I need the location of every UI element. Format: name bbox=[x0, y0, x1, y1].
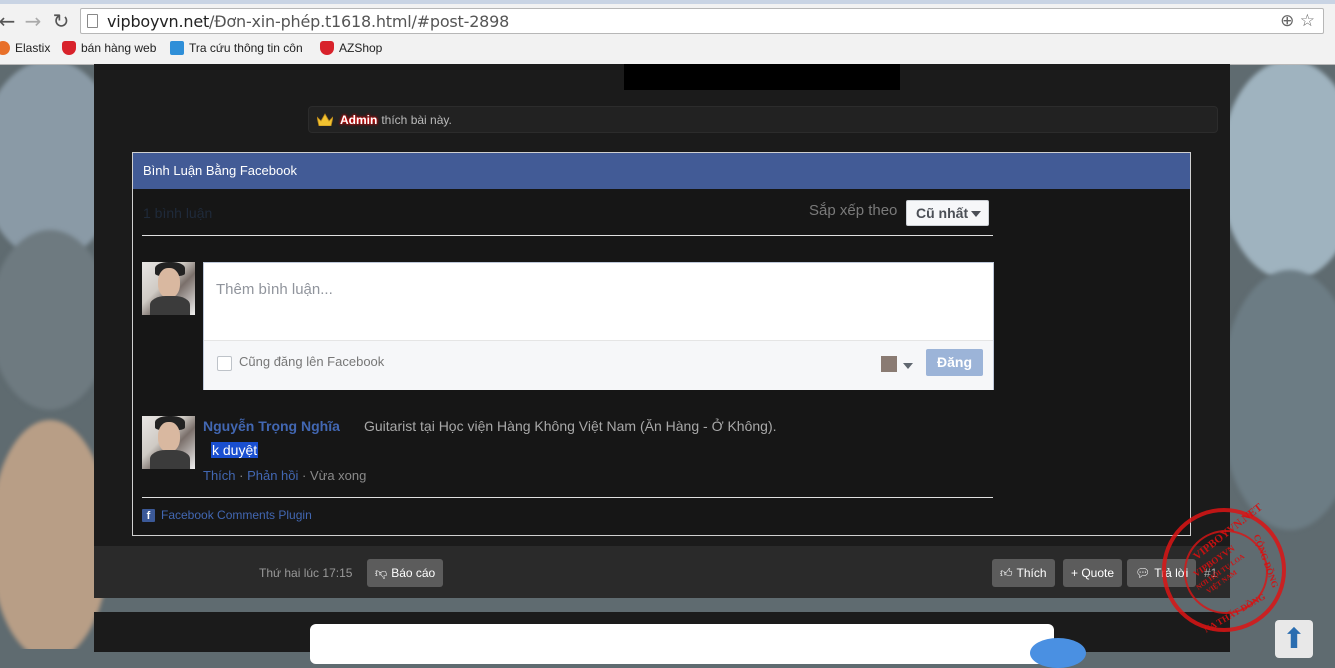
elastix-icon bbox=[0, 41, 10, 55]
next-post-content bbox=[310, 624, 1054, 664]
tab-strip bbox=[0, 0, 1335, 4]
thumbs-up-icon: 👍︎ bbox=[1000, 566, 1013, 580]
bookmark-label: Elastix bbox=[15, 41, 51, 55]
also-post-label: Cũng đăng lên Facebook bbox=[239, 354, 385, 369]
facebook-icon: f bbox=[142, 508, 155, 522]
comment-composer: Thêm bình luận... Cũng đăng lên Facebook… bbox=[203, 262, 994, 390]
shield-icon bbox=[62, 41, 76, 55]
bg-blob bbox=[1220, 270, 1335, 530]
url-domain: vipboyvn.net bbox=[107, 12, 210, 31]
omnibox-icons: ⊕ ☆ bbox=[1280, 11, 1315, 31]
speech-bubble-icon: 💬︎ bbox=[1135, 566, 1151, 580]
fb-header-title: Bình Luận Bằng Facebook bbox=[143, 163, 297, 178]
report-label: Báo cáo bbox=[391, 566, 436, 580]
post-date: Thứ hai lúc 17:15 bbox=[259, 566, 353, 580]
avatar[interactable] bbox=[142, 262, 195, 315]
comment-count: 1 bình luận bbox=[143, 205, 213, 221]
avatar[interactable] bbox=[142, 416, 195, 469]
sort-value: Cũ nhất bbox=[916, 205, 969, 221]
post-button[interactable]: Đăng bbox=[926, 349, 983, 376]
quote-label: + Quote bbox=[1071, 566, 1115, 580]
shield-icon bbox=[320, 41, 334, 55]
quote-button[interactable]: + Quote bbox=[1063, 559, 1123, 587]
like-label: Thích bbox=[1016, 566, 1047, 580]
separator: · bbox=[298, 468, 310, 483]
sort-label: Sắp xếp theo bbox=[809, 202, 898, 219]
chevron-down-icon bbox=[971, 211, 981, 217]
thumbs-down-icon: 👎︎ bbox=[375, 566, 388, 580]
crown-icon bbox=[317, 113, 333, 126]
report-button[interactable]: 👎︎ Báo cáo bbox=[367, 559, 444, 587]
zoom-icon[interactable]: ⊕ bbox=[1280, 11, 1294, 31]
scroll-to-top-button[interactable]: ⬆ bbox=[1275, 620, 1313, 658]
also-post-checkbox[interactable] bbox=[217, 356, 232, 371]
star-icon[interactable]: ☆ bbox=[1300, 11, 1315, 31]
grid-icon bbox=[170, 41, 184, 55]
bookmarks-bar: Elastix bán hàng web Tra cứu thông tin c… bbox=[0, 38, 1335, 60]
comment-time: Vừa xong bbox=[309, 468, 367, 483]
facebook-comments-box: Bình Luận Bằng Facebook 1 bình luận Sắp … bbox=[132, 152, 1191, 536]
composer-footer: Cũng đăng lên Facebook Đăng bbox=[204, 340, 993, 390]
fb-plugin-link[interactable]: f Facebook Comments Plugin bbox=[142, 508, 312, 522]
comment-input[interactable]: Thêm bình luận... bbox=[216, 281, 333, 298]
bg-blob bbox=[1220, 60, 1335, 280]
divider bbox=[142, 235, 993, 236]
bookmark-label: bán hàng web bbox=[81, 41, 157, 55]
stamp-watermark: VIPBOYVN.NET CỘNG ĐỒNG NA THẤT ĐỒNG VIPB… bbox=[1162, 501, 1286, 635]
url-path: /Đơn-xin-phép.t1618.html/#post-2898 bbox=[209, 12, 510, 31]
post-image bbox=[624, 64, 900, 90]
forward-arrow-icon[interactable]: → bbox=[22, 10, 44, 32]
reload-icon[interactable]: ↻ bbox=[50, 10, 72, 32]
comment-actions: Thích · Phản hồi · Vừa xong bbox=[203, 468, 366, 483]
next-post bbox=[94, 612, 1230, 668]
bookmark-label: AZShop bbox=[339, 41, 383, 55]
fb-header: Bình Luận Bằng Facebook bbox=[133, 153, 1190, 189]
liker-name[interactable]: Admin bbox=[340, 113, 377, 127]
back-arrow-icon[interactable]: ← bbox=[0, 10, 18, 32]
address-bar[interactable]: vipboyvn.net/Đơn-xin-phép.t1618.html/#po… bbox=[80, 8, 1324, 34]
bookmark-elastix[interactable]: Elastix bbox=[0, 41, 50, 55]
bookmark-label: Tra cứu thông tin côn bbox=[189, 41, 303, 55]
comment-text: k duyệt bbox=[211, 442, 259, 458]
separator: · bbox=[235, 468, 248, 483]
chevron-down-icon[interactable] bbox=[903, 363, 913, 369]
divider bbox=[142, 497, 993, 498]
page-icon bbox=[87, 14, 98, 28]
bookmark-tra-cuu[interactable]: Tra cứu thông tin côn bbox=[170, 41, 303, 55]
comment-like-link[interactable]: Thích bbox=[203, 468, 236, 483]
comment-author[interactable]: Nguyễn Trọng Nghĩa bbox=[203, 418, 340, 434]
likes-text: thích bài này. bbox=[381, 113, 452, 127]
next-post-avatar bbox=[1030, 638, 1086, 668]
plugin-label: Facebook Comments Plugin bbox=[161, 508, 312, 522]
url-text[interactable]: vipboyvn.net/Đơn-xin-phép.t1618.html/#po… bbox=[107, 12, 509, 31]
like-button[interactable]: 👍︎ Thích bbox=[992, 559, 1055, 587]
comment-reply-link[interactable]: Phản hồi bbox=[247, 468, 298, 483]
identity-avatar[interactable] bbox=[881, 356, 897, 372]
likes-summary: Admin thích bài này. bbox=[308, 106, 1218, 133]
bookmark-azshop[interactable]: AZShop bbox=[320, 41, 382, 55]
browser-chrome: ← → ↻ vipboyvn.net/Đơn-xin-phép.t1618.ht… bbox=[0, 0, 1335, 65]
post-action-bar: Thứ hai lúc 17:15 👎︎ Báo cáo 👍︎ Thích + Qu… bbox=[94, 546, 1230, 598]
bookmark-ban-hang-web[interactable]: bán hàng web bbox=[62, 41, 156, 55]
sort-dropdown[interactable]: Cũ nhất bbox=[906, 200, 989, 226]
comment-author-role: Guitarist tại Học viện Hàng Không Việt N… bbox=[364, 418, 777, 434]
